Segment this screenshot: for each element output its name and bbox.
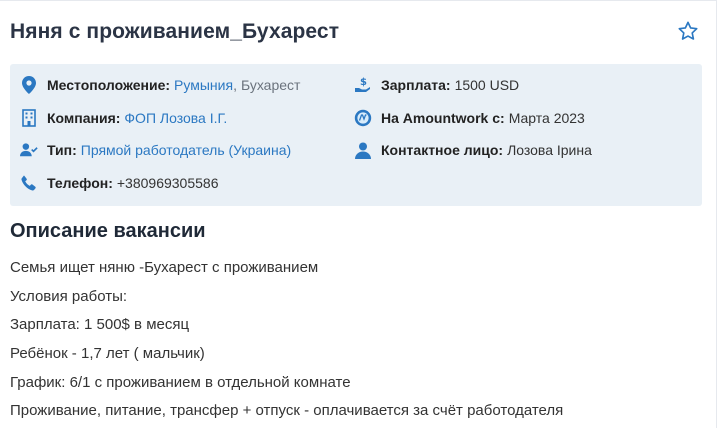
contact-row: Контактное лицо: Лозова Ірина bbox=[354, 141, 592, 159]
location-city: Бухарест bbox=[240, 77, 301, 93]
job-title: Няня с проживанием_Бухарест bbox=[10, 20, 340, 43]
phone-value[interactable]: +380969305586 bbox=[117, 175, 219, 191]
type-row: Тип: Прямой работодатель (Украина) bbox=[20, 141, 291, 159]
salary-label: Зарплата: bbox=[381, 77, 451, 93]
phone-label: Телефон: bbox=[47, 175, 113, 191]
description-line: Условия работы: bbox=[10, 288, 128, 305]
building-icon bbox=[20, 109, 38, 127]
location-row: Местоположение: Румыния, Бухарест bbox=[20, 76, 300, 94]
amountwork-logo-icon bbox=[354, 109, 372, 127]
since-row: На Amountwork с: Марта 2023 bbox=[354, 109, 585, 127]
location-separator: , bbox=[233, 77, 237, 93]
star-outline-icon bbox=[678, 21, 698, 40]
since-value: Марта 2023 bbox=[508, 110, 585, 126]
company-link[interactable]: ФОП Лозова І.Г. bbox=[124, 110, 227, 126]
description-line: Ребёнок - 1,7 лет ( мальчик) bbox=[10, 345, 205, 362]
company-row: Компания: ФОП Лозова І.Г. bbox=[20, 109, 227, 127]
map-pin-icon bbox=[20, 76, 38, 94]
salary-row: $ Зарплата: 1500 USD bbox=[354, 76, 519, 94]
type-link[interactable]: Прямой работодатель (Украина) bbox=[81, 142, 291, 158]
svg-text:$: $ bbox=[360, 77, 367, 88]
card-top-border bbox=[0, 0, 717, 1]
location-country-link[interactable]: Румыния bbox=[174, 77, 233, 93]
person-icon bbox=[354, 141, 372, 159]
salary-hand-icon: $ bbox=[354, 76, 372, 94]
description-line: График: 6/1 с проживанием в отдельной ко… bbox=[10, 374, 351, 391]
phone-row: Телефон: +380969305586 bbox=[20, 174, 218, 192]
salary-value: 1500 USD bbox=[454, 77, 520, 93]
type-label: Тип: bbox=[47, 142, 77, 158]
job-info-panel: Местоположение: Румыния, Бухарест $ Зарп… bbox=[10, 64, 702, 206]
since-label: На Amountwork с: bbox=[381, 110, 505, 126]
description-line: Проживание, питание, трансфер + отпуск -… bbox=[10, 402, 564, 419]
favorite-button[interactable] bbox=[677, 20, 699, 42]
user-check-icon bbox=[20, 141, 38, 159]
contact-value: Лозова Ірина bbox=[507, 142, 592, 158]
description-heading: Описание вакансии bbox=[10, 220, 206, 242]
company-label: Компания: bbox=[47, 110, 121, 126]
description-line: Зарплата: 1 500$ в месяц bbox=[10, 316, 190, 333]
description-line: Семья ищет няню -Бухарест с проживанием bbox=[10, 259, 319, 276]
phone-icon bbox=[20, 174, 38, 192]
location-label: Местоположение: bbox=[47, 77, 171, 93]
contact-label: Контактное лицо: bbox=[381, 142, 504, 158]
